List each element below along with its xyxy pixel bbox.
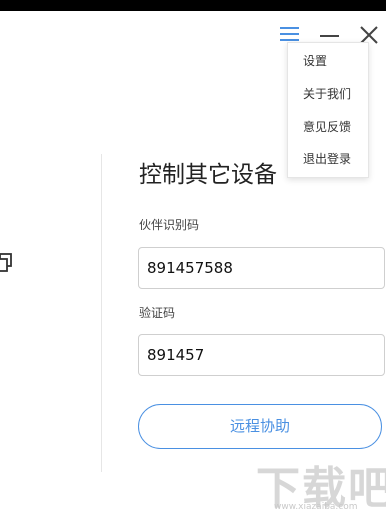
partner-id-label: 伙伴识别码 [139,218,200,232]
menu-item-settings[interactable]: 设置 [288,45,368,77]
menu-item-logout[interactable]: 退出登录 [288,143,368,175]
verification-code-label: 验证码 [139,306,176,320]
watermark-url: www.xiazaiba.com [274,502,358,512]
settings-dropdown-menu: 设置 关于我们 意见反馈 退出登录 [287,42,369,178]
page-title: 控制其它设备 [139,162,277,188]
watermark-logo: 下载吧 www.xiazaiba.com [256,452,386,514]
remote-assist-button[interactable]: 远程协助 [138,404,382,449]
verification-code-field[interactable]: 891457 [138,334,385,376]
menu-item-about-us[interactable]: 关于我们 [288,78,368,110]
title-bar [0,0,386,11]
panel-divider [101,154,102,472]
copy-icon[interactable] [0,252,14,274]
menu-item-feedback[interactable]: 意见反馈 [288,111,368,143]
partner-id-field[interactable]: 891457588 [138,247,385,289]
